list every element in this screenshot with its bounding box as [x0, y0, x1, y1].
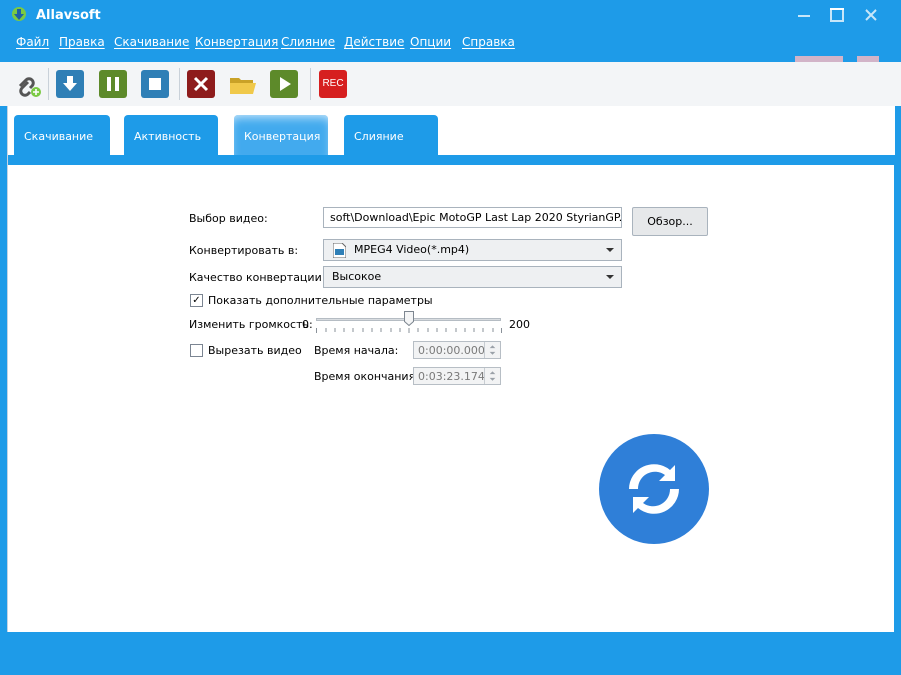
volume-min-label: 0: [302, 318, 309, 331]
video-select-label: Выбор видео:: [189, 212, 268, 225]
toolbar-separator: [179, 68, 180, 100]
download-icon[interactable]: [56, 70, 84, 98]
tab-activity[interactable]: Активность: [124, 115, 218, 155]
cut-video-label: Вырезать видео: [208, 344, 302, 357]
menu-edit[interactable]: Правка: [59, 35, 105, 49]
volume-max-label: 200: [509, 318, 530, 331]
menu-bar: Файл Правка Скачивание Конвертация Слиян…: [0, 30, 901, 56]
start-time-value: 0:00:00.000: [418, 344, 485, 357]
spin-arrows-icon: [484, 342, 496, 358]
menu-merge[interactable]: Слияние: [281, 35, 335, 49]
chevron-down-icon: [606, 275, 614, 279]
tab-strip: [8, 155, 895, 165]
volume-slider-ticks: [316, 328, 502, 333]
convert-start-button[interactable]: [599, 434, 709, 544]
menu-file[interactable]: Файл: [16, 35, 49, 49]
play-icon[interactable]: [270, 70, 298, 98]
title-bar: Allavsoft: [0, 0, 901, 30]
tab-bar: Скачивание Активность Конвертация Слияни…: [8, 106, 895, 156]
toolbar-separator: [310, 68, 311, 100]
add-link-icon[interactable]: [14, 70, 42, 98]
format-value: MPEG4 Video(*.mp4): [354, 243, 470, 256]
video-file-icon: [333, 243, 346, 258]
start-time-input: 0:00:00.000: [413, 341, 501, 359]
end-time-input: 0:03:23.174: [413, 367, 501, 385]
menu-action[interactable]: Действие: [344, 35, 404, 49]
cut-video-checkbox[interactable]: [190, 344, 203, 357]
show-advanced-checkbox[interactable]: ✓: [190, 294, 203, 307]
menu-download[interactable]: Скачивание: [114, 35, 189, 49]
end-time-value: 0:03:23.174: [418, 370, 485, 383]
download-arrow-icon: [12, 7, 26, 21]
convert-to-label: Конвертировать в:: [189, 244, 299, 257]
open-folder-icon[interactable]: [228, 70, 256, 98]
status-bar: [0, 632, 901, 675]
delete-icon[interactable]: [187, 70, 215, 98]
menu-convert[interactable]: Конвертация: [195, 35, 278, 49]
spin-arrows-icon: [484, 368, 496, 384]
tab-download[interactable]: Скачивание: [14, 115, 110, 155]
show-advanced-label: Показать дополнительные параметры: [208, 294, 433, 307]
menu-options[interactable]: Опции: [410, 35, 451, 49]
menu-help[interactable]: Справка: [462, 35, 515, 49]
quality-label: Качество конвертации:: [189, 271, 326, 284]
stop-icon[interactable]: [141, 70, 169, 98]
pause-icon[interactable]: [99, 70, 127, 98]
chevron-down-icon: [606, 248, 614, 252]
volume-slider-thumb[interactable]: [404, 311, 414, 326]
start-time-label: Время начала:: [314, 344, 399, 357]
toolbar: REC: [0, 62, 901, 106]
video-path-field[interactable]: soft\Download\Epic MotoGP Last Lap 2020 …: [323, 207, 622, 228]
window-title: Allavsoft: [36, 8, 101, 23]
tab-convert[interactable]: Конвертация: [234, 115, 328, 155]
rec-icon[interactable]: REC: [319, 70, 347, 98]
tab-merge[interactable]: Слияние: [344, 115, 438, 155]
quality-dropdown[interactable]: Высокое: [323, 266, 622, 288]
toolbar-separator: [48, 68, 49, 100]
quality-value: Высокое: [332, 270, 382, 283]
volume-label: Изменить громкость:: [189, 318, 313, 331]
end-time-label: Время окончания:: [314, 370, 419, 383]
browse-button[interactable]: Обзор...: [632, 207, 708, 236]
format-dropdown[interactable]: MPEG4 Video(*.mp4): [323, 239, 622, 261]
